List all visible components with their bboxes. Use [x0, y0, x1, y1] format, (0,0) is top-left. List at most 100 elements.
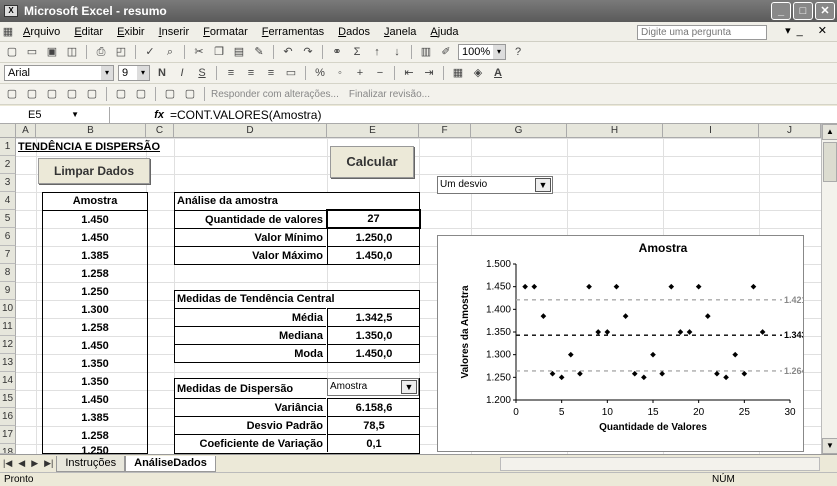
sample-value[interactable]: 1.385 — [43, 247, 147, 265]
formula-input[interactable]: =CONT.VALORES(Amostra) — [170, 108, 321, 122]
borders-icon[interactable]: ▦ — [450, 65, 466, 81]
std-dev-value[interactable]: 78,5 — [327, 416, 420, 434]
col-header-g[interactable]: G — [471, 124, 567, 138]
col-header-j[interactable]: J — [759, 124, 821, 138]
vertical-scroll-thumb[interactable] — [823, 142, 837, 182]
row-header-4[interactable]: 4 — [0, 192, 16, 210]
review-icon-1[interactable]: ▢ — [4, 86, 20, 102]
align-left-icon[interactable]: ≡ — [223, 65, 239, 81]
workbook-window-buttons[interactable]: ▾_ ✕ — [785, 24, 833, 37]
percent-icon[interactable]: % — [312, 65, 328, 81]
menu-dados[interactable]: Dados — [331, 26, 377, 38]
sample-value[interactable]: 1.258 — [43, 427, 147, 445]
close-button[interactable]: ✕ — [815, 2, 835, 20]
align-center-icon[interactable]: ≡ — [243, 65, 259, 81]
review-icon-6[interactable]: ▢ — [113, 86, 129, 102]
prev-sheet-icon[interactable]: ◀ — [15, 458, 28, 469]
col-header-b[interactable]: B — [36, 124, 146, 138]
sample-value[interactable]: 1.450 — [43, 211, 147, 229]
fill-color-icon[interactable]: ◈ — [470, 65, 486, 81]
sample-value[interactable]: 1.258 — [43, 265, 147, 283]
end-review[interactable]: Finalizar revisão... — [349, 89, 430, 100]
deviation-selector[interactable]: Um desvio ▼ — [437, 176, 553, 194]
redo-icon[interactable]: ↷ — [300, 44, 316, 60]
review-icon-4[interactable]: ▢ — [64, 86, 80, 102]
col-header-a[interactable]: A — [16, 124, 36, 138]
min-value[interactable]: 1.250,0 — [327, 228, 420, 246]
drawing-icon[interactable]: ✐ — [438, 44, 454, 60]
reply-with-changes[interactable]: Responder com alterações... — [211, 89, 339, 100]
zoom-select[interactable]: 100% ▾ — [458, 44, 506, 60]
decrease-decimal-icon[interactable]: − — [372, 65, 388, 81]
help-icon[interactable]: ? — [510, 44, 526, 60]
menu-formatar[interactable]: Formatar — [196, 26, 255, 38]
merge-center-icon[interactable]: ▭ — [283, 65, 299, 81]
row-header-3[interactable]: 3 — [0, 174, 16, 192]
row-header-10[interactable]: 10 — [0, 300, 16, 318]
autosum-icon[interactable]: Σ — [349, 44, 365, 60]
menu-exibir[interactable]: Exibir — [110, 26, 152, 38]
col-header-f[interactable]: F — [419, 124, 471, 138]
open-icon[interactable]: ▭ — [24, 44, 40, 60]
spelling-icon[interactable]: ✓ — [142, 44, 158, 60]
row-header-6[interactable]: 6 — [0, 228, 16, 246]
research-icon[interactable]: ⌕ — [162, 44, 178, 60]
sample-value[interactable]: 1.385 — [43, 409, 147, 427]
maximize-button[interactable]: □ — [793, 2, 813, 20]
review-icon-3[interactable]: ▢ — [44, 86, 60, 102]
col-header-c[interactable]: C — [146, 124, 174, 138]
row-header-2[interactable]: 2 — [0, 156, 16, 174]
row-header-7[interactable]: 7 — [0, 246, 16, 264]
review-icon-2[interactable]: ▢ — [24, 86, 40, 102]
fx-icon[interactable]: fx — [110, 109, 170, 121]
dispersion-selector[interactable]: Amostra ▼ — [327, 378, 419, 396]
col-header-d[interactable]: D — [174, 124, 327, 138]
review-icon-9[interactable]: ▢ — [182, 86, 198, 102]
menu-janela[interactable]: Janela — [377, 26, 423, 38]
font-select[interactable]: Arial ▾ — [4, 65, 114, 81]
hyperlink-icon[interactable]: ⚭ — [329, 44, 345, 60]
row-header-18[interactable]: 18 — [0, 444, 16, 454]
scatter-chart[interactable]: Amostra 1.200 1.250 1.300 1.350 1.400 1.450 1.5… — [437, 235, 807, 452]
col-header-i[interactable]: I — [663, 124, 759, 138]
paste-icon[interactable]: ▤ — [231, 44, 247, 60]
thousands-icon[interactable]: ◦ — [332, 65, 348, 81]
max-value[interactable]: 1.450,0 — [327, 246, 420, 264]
next-sheet-icon[interactable]: ▶ — [28, 458, 41, 469]
horizontal-scrollbar[interactable] — [500, 457, 820, 471]
median-value[interactable]: 1.350,0 — [327, 326, 420, 344]
ask-question-input[interactable]: Digite uma pergunta — [637, 25, 767, 40]
align-right-icon[interactable]: ≡ — [263, 65, 279, 81]
mean-value[interactable]: 1.342,5 — [327, 308, 420, 326]
cv-value[interactable]: 0,1 — [327, 434, 420, 452]
format-painter-icon[interactable]: ✎ — [251, 44, 267, 60]
calculate-button[interactable]: Calcular — [330, 146, 414, 178]
new-icon[interactable]: ▢ — [4, 44, 20, 60]
italic-icon[interactable]: I — [174, 65, 190, 81]
sample-value[interactable]: 1.250 — [43, 283, 147, 301]
scroll-down-icon[interactable]: ▼ — [822, 438, 837, 454]
review-icon-8[interactable]: ▢ — [162, 86, 178, 102]
workbook-icon[interactable]: ▦ — [0, 24, 16, 40]
minimize-button[interactable]: _ — [771, 2, 791, 20]
sheet-tab-instrucoes[interactable]: Instruções — [56, 455, 126, 472]
first-sheet-icon[interactable]: |◀ — [0, 458, 15, 469]
save-icon[interactable]: ▣ — [44, 44, 60, 60]
review-icon-7[interactable]: ▢ — [133, 86, 149, 102]
row-header-17[interactable]: 17 — [0, 426, 16, 444]
print-preview-icon[interactable]: ◰ — [113, 44, 129, 60]
increase-decimal-icon[interactable]: + — [352, 65, 368, 81]
sample-value[interactable]: 1.450 — [43, 337, 147, 355]
col-header-h[interactable]: H — [567, 124, 663, 138]
permission-icon[interactable]: ◫ — [64, 44, 80, 60]
scroll-up-icon[interactable]: ▲ — [822, 124, 837, 140]
row-header-16[interactable]: 16 — [0, 408, 16, 426]
menu-arquivo[interactable]: Arquivo — [16, 26, 67, 38]
row-header-1[interactable]: 1 — [0, 138, 16, 156]
sample-value[interactable]: 1.450 — [43, 391, 147, 409]
review-icon-5[interactable]: ▢ — [84, 86, 100, 102]
chart-wizard-icon[interactable]: ▥ — [418, 44, 434, 60]
last-sheet-icon[interactable]: ▶| — [41, 458, 56, 469]
menu-inserir[interactable]: Inserir — [152, 26, 197, 38]
sample-value[interactable]: 1.250 — [43, 445, 147, 454]
